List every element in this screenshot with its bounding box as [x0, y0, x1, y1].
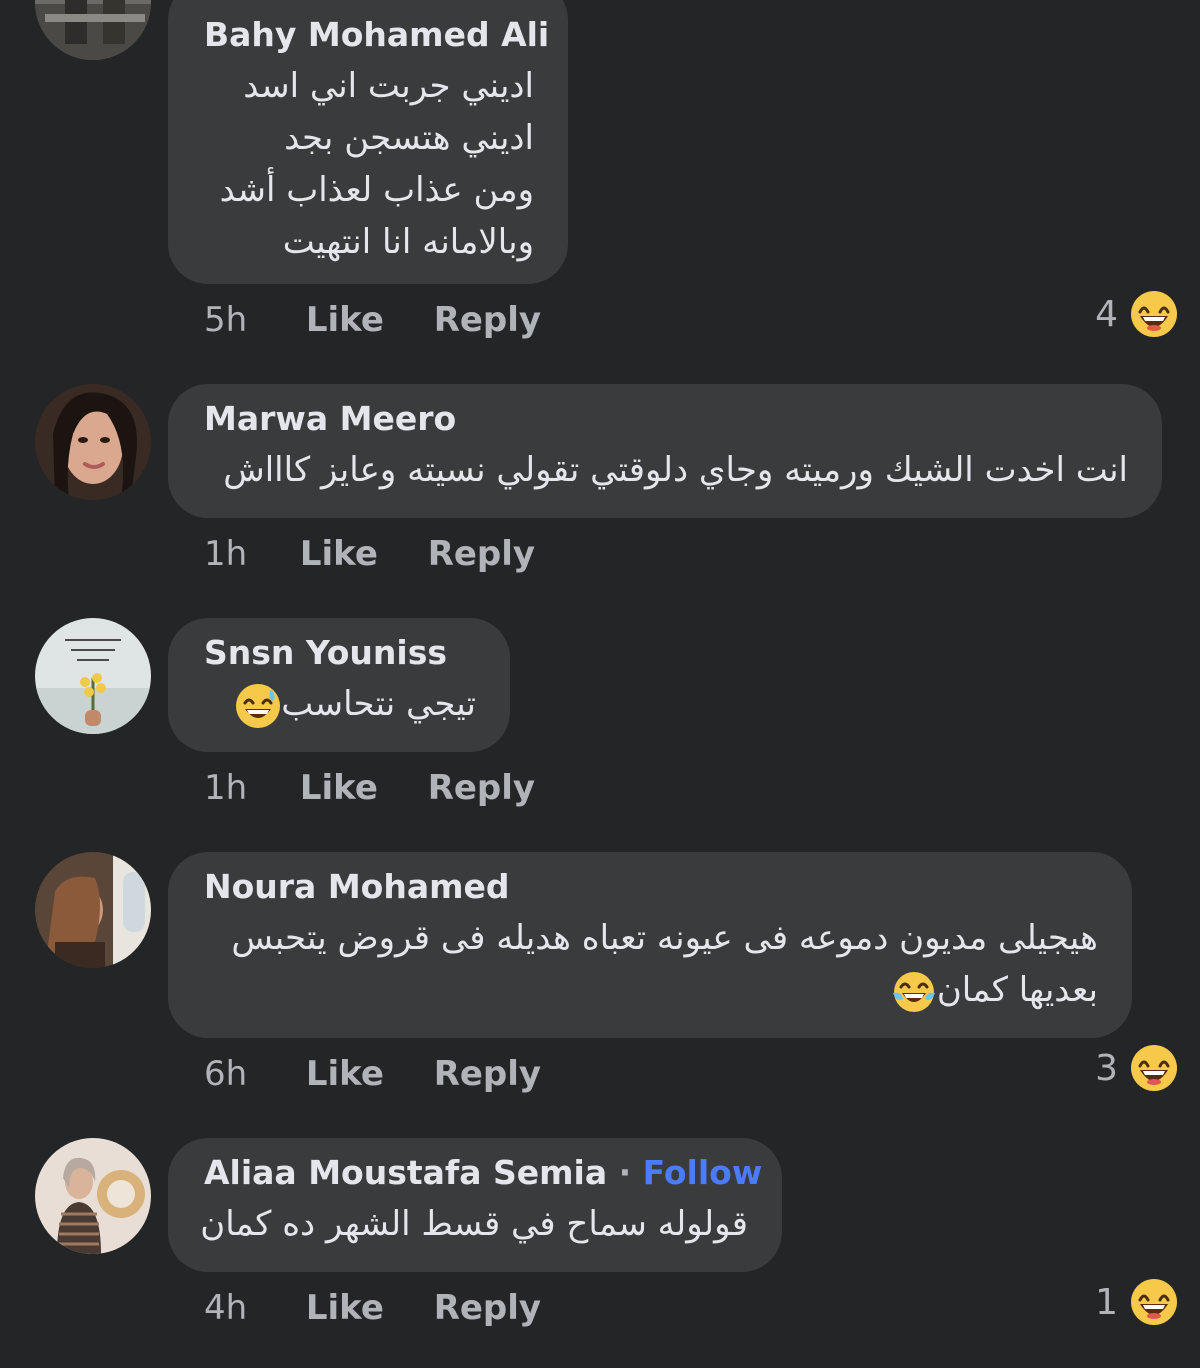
avatar[interactable]: [35, 618, 151, 734]
comment-time: 4h: [204, 1288, 248, 1328]
avatar[interactable]: [35, 384, 151, 500]
comment-text-line: هيجيلى مديون دموعه فى عيونه تعباه هديله …: [231, 918, 1098, 958]
like-button[interactable]: Like: [306, 1054, 422, 1094]
comment-text-line: بعديها كمان: [204, 964, 1098, 1016]
like-button[interactable]: Like: [300, 534, 416, 574]
separator-dot: ·: [618, 1153, 632, 1192]
comment-time: 1h: [204, 768, 248, 808]
comment-text-line: وبالامانه انا انتهيت: [282, 222, 534, 262]
comment-bubble[interactable]: Marwa Meero انت اخدت الشيك ورميته وجاي د…: [168, 384, 1162, 518]
reply-button[interactable]: Reply: [434, 300, 541, 340]
like-button[interactable]: Like: [306, 300, 422, 340]
reaction-count: 1: [1095, 1281, 1118, 1323]
like-button[interactable]: Like: [306, 1288, 422, 1328]
reply-button[interactable]: Reply: [428, 768, 535, 808]
comment-text-line: اديني هتسجن بجد: [284, 118, 534, 158]
reaction-summary[interactable]: 4: [1095, 290, 1178, 338]
reaction-summary[interactable]: 3: [1095, 1044, 1178, 1092]
comment-text: تيجي نتحاسب: [281, 684, 476, 724]
comment-author[interactable]: Snsn Youniss: [204, 632, 476, 674]
comment-time: 6h: [204, 1054, 248, 1094]
comment-text-line: قولوله سماح في قسط الشهر ده كمان: [200, 1204, 748, 1244]
comment-actions: 1h Like Reply: [204, 768, 535, 808]
comment-actions: 5h Like Reply: [204, 300, 541, 340]
avatar[interactable]: [35, 852, 151, 968]
follow-button[interactable]: Follow: [643, 1153, 763, 1192]
grinning-face-emoji-icon: [1130, 1044, 1178, 1092]
avatar[interactable]: [35, 1138, 151, 1254]
comment-bubble[interactable]: Noura Mohamed هيجيلى مديون دموعه فى عيون…: [168, 852, 1132, 1038]
comment-author[interactable]: Marwa Meero: [204, 398, 1128, 440]
comment-actions: 6h Like Reply: [204, 1054, 541, 1094]
comment-text: بعديها كمان: [936, 970, 1098, 1010]
comment-time: 5h: [204, 300, 248, 340]
like-button[interactable]: Like: [300, 768, 416, 808]
comment-actions: 4h Like Reply: [204, 1288, 541, 1328]
comment-text-line: تيجي نتحاسب: [204, 678, 476, 730]
reply-button[interactable]: Reply: [434, 1288, 541, 1328]
reaction-summary[interactable]: 1: [1095, 1278, 1178, 1326]
reply-button[interactable]: Reply: [428, 534, 535, 574]
comment-actions: 1h Like Reply: [204, 534, 535, 574]
tears-of-joy-emoji-icon: [891, 969, 937, 1015]
sweat-smile-emoji-icon: [235, 683, 281, 729]
comment-author[interactable]: Noura Mohamed: [204, 866, 1098, 908]
comment-text-line: اديني جربت اني اسد: [243, 66, 534, 106]
reaction-count: 4: [1095, 293, 1118, 335]
comment-bubble[interactable]: Aliaa Moustafa Semia · Follow قولوله سما…: [168, 1138, 782, 1272]
comment-author[interactable]: Aliaa Moustafa Semia: [204, 1153, 607, 1192]
grinning-face-emoji-icon: [1130, 290, 1178, 338]
grinning-face-emoji-icon: [1130, 1278, 1178, 1326]
comment-time: 1h: [204, 534, 248, 574]
comment-text-line: انت اخدت الشيك ورميته وجاي دلوقتي تقولي …: [223, 450, 1128, 490]
comment-bubble[interactable]: Snsn Youniss تيجي نتحاسب: [168, 618, 510, 752]
comment-author[interactable]: Bahy Mohamed Ali: [204, 14, 549, 56]
reaction-count: 3: [1095, 1047, 1118, 1089]
reply-button[interactable]: Reply: [434, 1054, 541, 1094]
comment-text-line: ومن عذاب لعذاب أشد: [219, 170, 534, 210]
comment-author-row: Aliaa Moustafa Semia · Follow: [204, 1152, 762, 1194]
avatar[interactable]: [35, 0, 151, 60]
comment-bubble[interactable]: Bahy Mohamed Ali اديني جربت اني اسد ادين…: [168, 0, 568, 284]
